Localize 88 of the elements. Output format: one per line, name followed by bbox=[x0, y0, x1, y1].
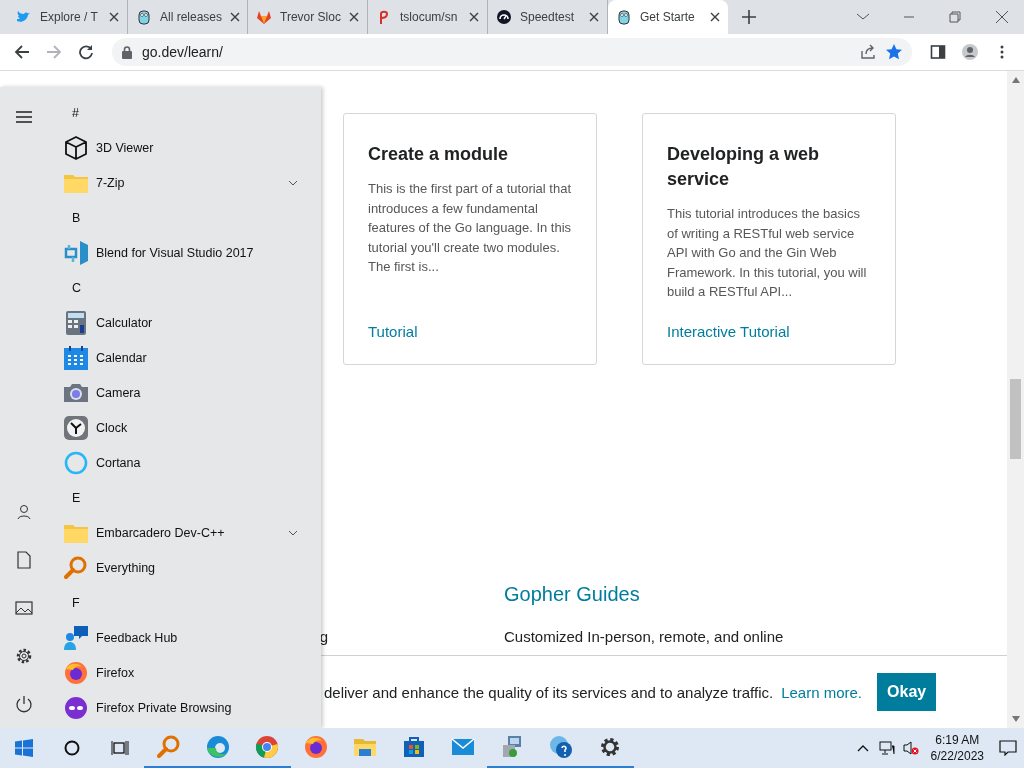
cube-icon bbox=[64, 135, 88, 160]
time-text: 6:19 AM bbox=[935, 732, 980, 748]
app-item[interactable]: Feedback Hub bbox=[48, 620, 321, 655]
magnifier-icon bbox=[64, 555, 88, 580]
arrow-left-icon bbox=[14, 44, 30, 60]
menu-icon[interactable] bbox=[15, 108, 33, 126]
app-item[interactable]: Firefox Private Browsing bbox=[48, 690, 321, 725]
app-item[interactable]: Cortana bbox=[48, 445, 321, 480]
blend-icon bbox=[64, 240, 88, 265]
group-letter[interactable]: B bbox=[72, 210, 81, 225]
app-item[interactable]: Firefox bbox=[48, 655, 321, 690]
magnifier-icon bbox=[156, 735, 181, 759]
clock[interactable]: 6:19 AM 6/22/2023 bbox=[922, 732, 992, 764]
card-title: Developing a web service bbox=[667, 143, 821, 191]
app-item[interactable]: Calendar bbox=[48, 340, 321, 375]
group-letter[interactable]: C bbox=[72, 280, 82, 295]
star-icon[interactable] bbox=[886, 44, 902, 60]
ring-icon bbox=[64, 450, 88, 475]
close-icon[interactable] bbox=[469, 12, 479, 22]
edge-icon bbox=[205, 735, 230, 759]
app-item[interactable]: 3D Viewer bbox=[48, 130, 321, 165]
help-icon bbox=[548, 735, 573, 759]
card-title: Create a module bbox=[368, 143, 510, 166]
close-icon[interactable] bbox=[109, 12, 119, 22]
lock-icon bbox=[122, 45, 132, 59]
folder-item[interactable]: Embarcadero Dev-C++ bbox=[48, 515, 321, 550]
network-icon[interactable] bbox=[878, 740, 895, 756]
card-link[interactable]: Interactive Tutorial bbox=[667, 323, 871, 340]
document-icon[interactable] bbox=[15, 551, 33, 569]
mask-icon bbox=[64, 695, 88, 720]
cookie-text: deliver and enhance the quality of its services and to analyze traffic. bbox=[324, 683, 774, 701]
share-icon[interactable] bbox=[860, 44, 876, 60]
notification-icon[interactable] bbox=[999, 740, 1017, 756]
arrow-right-icon bbox=[46, 44, 62, 60]
group-letter[interactable]: F bbox=[72, 595, 80, 610]
reload-icon bbox=[78, 44, 94, 60]
scroll-up-icon[interactable] bbox=[1011, 77, 1020, 83]
folder-item[interactable]: 7-Zip bbox=[48, 165, 321, 200]
app-item[interactable]: Blend for Visual Studio 2017 bbox=[48, 235, 321, 270]
close-icon[interactable] bbox=[349, 12, 359, 22]
profile-icon[interactable] bbox=[962, 44, 978, 60]
section-text: Customized In-person, remote, and online bbox=[504, 628, 785, 645]
chrome-icon bbox=[254, 735, 279, 759]
app-item[interactable]: Camera bbox=[48, 375, 321, 410]
windows-logo-icon bbox=[15, 739, 33, 757]
scrollbar[interactable] bbox=[1007, 71, 1024, 728]
gopher-icon bbox=[136, 9, 152, 25]
section-title[interactable]: Gopher Guides bbox=[504, 583, 1007, 606]
card-link[interactable]: Tutorial bbox=[368, 323, 572, 340]
speaker-muted-icon[interactable] bbox=[902, 740, 919, 756]
settings-icon[interactable] bbox=[15, 647, 33, 665]
store-icon bbox=[401, 735, 426, 759]
date-text: 6/22/2023 bbox=[930, 748, 984, 764]
app-item[interactable]: Everything bbox=[48, 550, 321, 585]
user-icon[interactable] bbox=[15, 503, 33, 521]
card-description: This tutorial introduces the basics of writing a RESTful web service API with Go and the Gin Web Framework. In this tutorial, you will build a RESTful API... bbox=[667, 205, 868, 301]
task-view-icon bbox=[111, 740, 129, 756]
app-item[interactable]: Calculator bbox=[48, 305, 321, 340]
calendar-icon bbox=[64, 345, 88, 370]
bird-icon bbox=[16, 9, 32, 25]
close-icon[interactable] bbox=[589, 12, 599, 22]
learn-more-link[interactable]: Learn more. bbox=[781, 683, 863, 701]
firefox-icon bbox=[64, 660, 88, 685]
fox-icon bbox=[256, 9, 272, 25]
scroll-down-icon[interactable] bbox=[1011, 716, 1020, 722]
chevron-down-icon bbox=[288, 179, 298, 186]
circle-icon bbox=[64, 740, 80, 756]
people-chat-icon bbox=[64, 625, 88, 650]
gopher-icon bbox=[616, 9, 632, 25]
close-icon[interactable] bbox=[710, 12, 720, 22]
address-bar[interactable]: go.dev/learn/ bbox=[112, 38, 912, 66]
okay-button[interactable]: Okay bbox=[877, 673, 937, 711]
firefox-icon bbox=[303, 735, 328, 759]
image-icon[interactable] bbox=[15, 599, 33, 617]
gauge-icon bbox=[496, 9, 512, 25]
side-panel-icon[interactable] bbox=[930, 44, 946, 60]
chevron-down-icon bbox=[288, 529, 298, 536]
clock-icon bbox=[64, 415, 88, 440]
close-icon[interactable] bbox=[230, 12, 241, 22]
new-tab-icon[interactable] bbox=[742, 10, 756, 24]
calculator-icon bbox=[64, 310, 88, 335]
app-item[interactable]: Clock bbox=[48, 410, 321, 445]
scroll-thumb[interactable] bbox=[1010, 379, 1021, 459]
group-letter[interactable]: # bbox=[72, 105, 79, 120]
browser-tab[interactable]: Get Starte bbox=[608, 0, 728, 34]
power-icon[interactable] bbox=[15, 695, 33, 713]
card-description: This is the first part of a tutorial that introduces a few fundamental features of the Go language. In this tutorial you'll create two modules. The first is... bbox=[368, 180, 572, 276]
group-letter[interactable]: E bbox=[72, 490, 81, 505]
